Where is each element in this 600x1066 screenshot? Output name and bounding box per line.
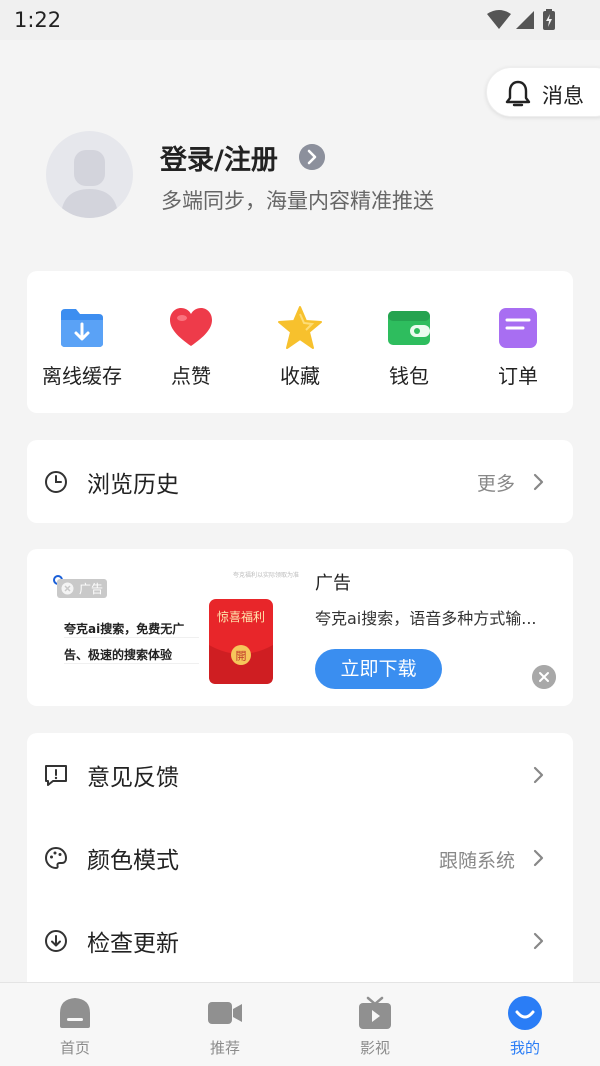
clock-icon bbox=[45, 471, 67, 493]
smile-icon bbox=[508, 996, 542, 1030]
star-icon bbox=[278, 306, 322, 349]
ad-image[interactable]: 广告 夸克福利以实际领取为准 夸克ai搜索，免费无广 告、极速的搜索体验 開 惊… bbox=[51, 567, 305, 691]
quick-action-wallet[interactable]: 钱包 bbox=[354, 301, 464, 391]
settings-row-check-update[interactable]: 检查更新 bbox=[27, 899, 573, 982]
settings-row-label: 检查更新 bbox=[87, 931, 179, 957]
packet-open-text: 開 bbox=[236, 650, 247, 663]
ad-fine-print: 夸克福利以实际领取为准 bbox=[233, 572, 300, 579]
heart-icon bbox=[170, 308, 212, 346]
tab-label: 推荐 bbox=[209, 1039, 240, 1057]
palette-icon bbox=[44, 846, 68, 870]
video-camera-icon bbox=[208, 1002, 242, 1024]
divider bbox=[64, 637, 199, 638]
tab-label: 首页 bbox=[59, 1039, 90, 1057]
history-more[interactable]: 更多 bbox=[477, 469, 515, 496]
quick-action-favorites[interactable]: 收藏 bbox=[245, 301, 355, 391]
tab-mine[interactable]: 我的 bbox=[450, 983, 600, 1066]
ad-tag: 广告 bbox=[315, 573, 351, 594]
quick-action-label: 钱包 bbox=[389, 364, 429, 388]
history-row[interactable]: 浏览历史 更多 bbox=[27, 440, 573, 523]
ad-card[interactable]: 广告 夸克福利以实际领取为准 夸克ai搜索，免费无广 告、极速的搜索体验 開 惊… bbox=[27, 549, 573, 706]
close-circle-icon bbox=[61, 582, 74, 595]
quick-action-orders[interactable]: 订单 bbox=[463, 301, 573, 391]
divider bbox=[64, 663, 199, 664]
chevron-right-icon bbox=[533, 473, 544, 491]
ad-image-text: 告、极速的搜索体验 bbox=[64, 648, 173, 662]
history-label: 浏览历史 bbox=[87, 472, 179, 498]
tab-home[interactable]: 首页 bbox=[0, 983, 150, 1066]
bell-icon bbox=[505, 80, 531, 107]
ad-description: 夸克ai搜索，语音多种方式输... bbox=[315, 609, 537, 628]
feedback-icon bbox=[45, 765, 67, 786]
home-icon bbox=[60, 998, 90, 1028]
chevron-right-icon[interactable] bbox=[299, 144, 325, 170]
signal-icon bbox=[516, 11, 534, 29]
default-avatar-icon bbox=[61, 150, 118, 218]
quick-action-label: 订单 bbox=[498, 364, 538, 388]
login-title[interactable]: 登录/注册 bbox=[160, 138, 278, 177]
quick-action-label: 离线缓存 bbox=[42, 364, 122, 388]
close-icon[interactable] bbox=[532, 665, 556, 689]
ad-badge: 广告 bbox=[57, 579, 107, 598]
login-subtitle: 多端同步，海量内容精准推送 bbox=[161, 189, 434, 213]
wallet-icon bbox=[388, 311, 430, 345]
ad-image-text: 夸克ai搜索，免费无广 bbox=[64, 622, 185, 636]
settings-row-value: 跟随系统 bbox=[438, 850, 515, 872]
chevron-right-icon bbox=[533, 849, 544, 867]
message-button[interactable]: 消息 bbox=[486, 67, 600, 117]
settings-row-label: 颜色模式 bbox=[87, 848, 179, 874]
settings-row-color-mode[interactable]: 颜色模式 跟随系统 bbox=[27, 816, 573, 899]
quick-action-offline-cache[interactable]: 离线缓存 bbox=[27, 301, 137, 391]
order-icon bbox=[499, 308, 537, 348]
quick-action-label: 收藏 bbox=[280, 364, 320, 388]
settings-card: 意见反馈 颜色模式 跟随系统 检查更新 bbox=[27, 733, 573, 982]
status-icons bbox=[487, 9, 555, 30]
quick-action-likes[interactable]: 点赞 bbox=[136, 301, 246, 391]
chevron-right-icon bbox=[533, 766, 544, 784]
ad-badge-text: 广告 bbox=[79, 582, 104, 596]
ad-packet-text: 惊喜福利 bbox=[216, 610, 265, 624]
settings-row-feedback[interactable]: 意见反馈 bbox=[27, 733, 573, 816]
tab-label: 我的 bbox=[509, 1039, 540, 1057]
message-label: 消息 bbox=[542, 84, 584, 108]
quick-actions-card: 离线缓存 点赞 收藏 钱包 订单 bbox=[27, 271, 573, 413]
profile-page: 消息 登录/注册 多端同步，海量内容精准推送 离线缓存 点赞 收藏 钱包 订单 … bbox=[0, 40, 600, 982]
tab-label: 影视 bbox=[359, 1039, 390, 1057]
status-bar: 1:22 bbox=[0, 0, 600, 40]
tv-icon bbox=[359, 996, 391, 1029]
status-time: 1:22 bbox=[14, 8, 62, 32]
wifi-icon bbox=[487, 10, 511, 29]
update-icon bbox=[45, 930, 67, 952]
download-button[interactable]: 立即下载 bbox=[315, 649, 442, 689]
chevron-right-icon bbox=[533, 932, 544, 950]
tab-movies[interactable]: 影视 bbox=[300, 983, 450, 1066]
quick-action-label: 点赞 bbox=[171, 364, 211, 388]
settings-row-label: 意见反馈 bbox=[87, 765, 179, 791]
bottom-tab-bar: 首页 推荐 影视 我的 bbox=[0, 982, 600, 1066]
avatar[interactable] bbox=[46, 131, 133, 218]
download-folder-icon bbox=[61, 309, 103, 347]
tab-recommend[interactable]: 推荐 bbox=[150, 983, 300, 1066]
